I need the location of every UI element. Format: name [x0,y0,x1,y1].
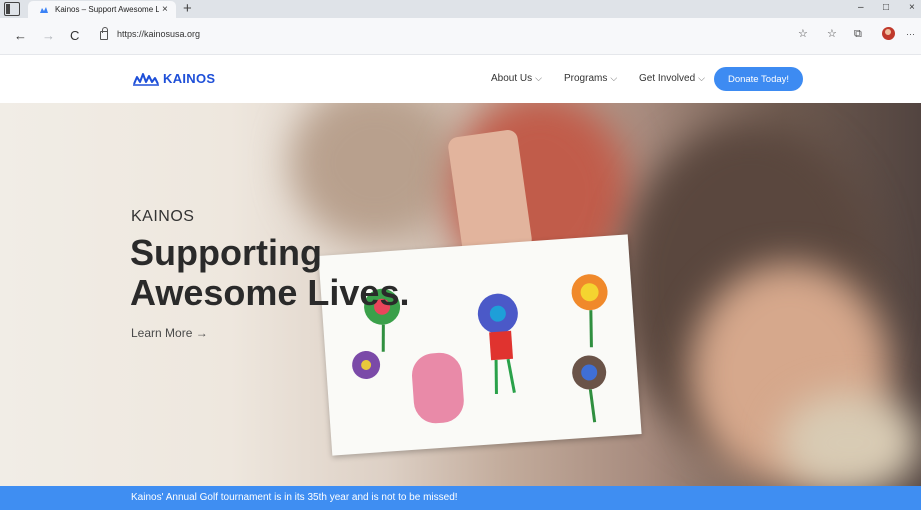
browser-window: Kainos – Support Awesome Live × + – □ × … [0,0,921,510]
hero-eyebrow: KAINOS [131,208,195,225]
tab-strip: Kainos – Support Awesome Live × + – □ × [0,0,921,18]
hero-photo-blur [780,393,920,486]
hero-section: KAINOS Supporting Awesome Lives. Learn M… [0,103,921,486]
kainos-favicon-icon [39,5,49,15]
donate-button[interactable]: Donate Today! [714,67,803,91]
hero-headline-line-1: Supporting [130,232,322,273]
hero-headline-line-2: Awesome Lives. [130,272,410,313]
reload-icon[interactable]: C [70,29,79,42]
add-favorite-icon[interactable]: ☆ [798,27,808,41]
favorites-icon[interactable]: ☆ [827,27,837,41]
kainos-logo[interactable]: KAINOS [131,71,215,86]
nav-about-us[interactable]: About Us ⌵ [491,73,542,84]
restore-icon[interactable]: □ [883,1,889,15]
close-window-icon[interactable]: × [909,1,915,15]
new-tab-icon[interactable]: + [183,0,192,17]
lock-icon[interactable] [100,27,108,40]
logo-text: KAINOS [163,71,216,86]
collections-icon[interactable]: ⧉ [854,27,862,41]
chevron-down-icon: ⌵ [610,73,618,83]
nav-programs[interactable]: Programs ⌵ [564,73,617,84]
more-icon[interactable]: ··· [906,27,915,41]
profile-avatar[interactable] [882,27,895,40]
browser-tab[interactable]: Kainos – Support Awesome Live × [28,1,176,18]
forward-icon[interactable]: → [42,29,55,42]
nav-programs-label: Programs [564,73,608,84]
back-icon[interactable]: ← [14,29,27,42]
nav-get-involved[interactable]: Get Involved ⌵ [639,73,705,84]
hero-headline: Supporting Awesome Lives. [130,233,409,313]
close-tab-icon[interactable]: × [162,4,168,15]
announcement-text: Kainos' Annual Golf tournament is in its… [131,492,458,503]
logo-mark-icon [131,72,161,86]
tab-title: Kainos – Support Awesome Live [55,5,159,14]
chevron-down-icon: ⌵ [698,73,705,83]
browser-toolbar: ← → C https://kainosusa.org ☆ ☆ ⧉ ··· [0,18,921,55]
nav-get-involved-label: Get Involved [639,73,696,84]
learn-more-link[interactable]: Learn More → [131,326,208,340]
minimize-icon[interactable]: – [858,1,864,15]
announcement-banner[interactable]: Kainos' Annual Golf tournament is in its… [0,486,921,510]
site-header: KAINOS About Us ⌵ Programs ⌵ Get Involved ⌵… [0,55,921,103]
tab-actions-icon[interactable] [4,2,20,16]
address-bar[interactable]: https://kainosusa.org [117,29,200,39]
chevron-down-icon: ⌵ [535,73,542,83]
nav-about-us-label: About Us [491,73,533,84]
hero-photo-blur [290,103,460,243]
